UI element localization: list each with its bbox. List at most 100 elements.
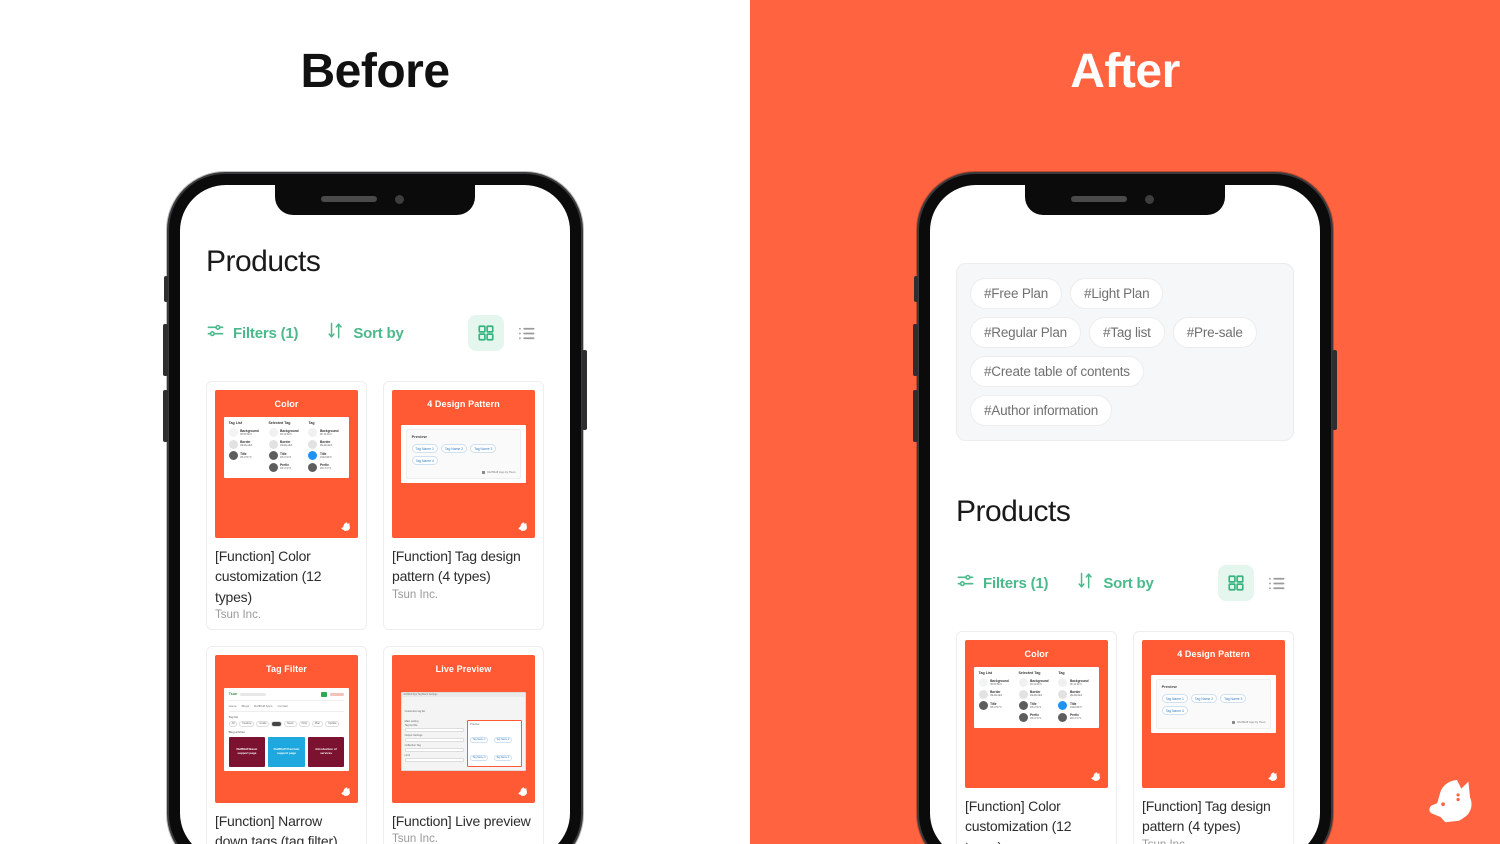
phone-power-button[interactable]	[1332, 350, 1337, 430]
page-title: Products	[206, 245, 321, 278]
swatch-row: Title #1E93F5	[1058, 701, 1094, 710]
swatch-row: Title #61757C	[978, 701, 1015, 710]
sort-by-label: Sort by	[1103, 574, 1154, 592]
swatch-hex: #E4E4E4	[280, 443, 293, 448]
phone-mute-switch[interactable]	[914, 276, 918, 302]
product-card[interactable]: 4 Design Pattern Preview Tag Name 1 Tag …	[1133, 631, 1294, 844]
dog-head-logo-icon	[1268, 772, 1277, 781]
swatch-hex: #E4E4E4	[1030, 693, 1043, 698]
swatch-row: Border #E4E4E4	[308, 439, 344, 449]
swatch-column: Selected Tag Background #F1F4F5 Border #E4…	[1018, 671, 1055, 724]
phone-volume-up-button[interactable]	[163, 324, 168, 376]
swatch-dot	[1018, 689, 1028, 699]
swatch-hex: #617272	[1069, 716, 1082, 721]
sort-by-label: Sort by	[353, 324, 404, 342]
app-content-after: #Free Plan #Light Plan #Regular Plan #Ta…	[930, 185, 1320, 844]
preview-tag: Tag Name 1	[411, 444, 438, 453]
field-caption: Main setting	[404, 719, 419, 723]
swatch-dot	[268, 439, 278, 449]
list-view-button[interactable]	[1258, 565, 1294, 601]
before-panel: Before Products Filters (1) Sort by Colo…	[0, 0, 750, 844]
swatch-dot	[978, 689, 988, 699]
swatch-column-header: Tag List	[978, 671, 993, 675]
swatch-dot	[268, 428, 278, 437]
grid-view-button[interactable]	[468, 315, 504, 351]
swatch-dot	[308, 439, 318, 449]
swatch-hex: #F1F1F0	[319, 431, 332, 436]
after-panel: After #Free Plan #Light Plan #Regular Pl…	[750, 0, 1500, 844]
tag-chip-light-plan[interactable]: #Light Plan	[1070, 278, 1164, 309]
preview-header: Preview	[470, 723, 480, 727]
field-caption: Tag list title	[404, 723, 418, 727]
swatch-column-header: Tag List	[228, 421, 243, 425]
tag-chip-tag-list[interactable]: #Tag list	[1088, 317, 1165, 348]
speaker-grille-icon	[1071, 196, 1127, 202]
site-nav-item: Contact	[277, 703, 288, 708]
swatch-row: Background #F1F1F0	[308, 428, 344, 437]
badge-icon	[482, 470, 486, 474]
swatch-hex: #617272	[280, 454, 292, 459]
phone-mute-switch[interactable]	[164, 276, 168, 302]
dog-head-logo-icon	[518, 522, 527, 531]
list-view-button[interactable]	[508, 315, 544, 351]
preview-tag: Tag Name 2	[493, 737, 512, 743]
window-title: RuffRuff App Tag Block Settings	[403, 693, 438, 697]
swatch-row: Background #F1F4F5	[1018, 678, 1055, 687]
phone-mockup-before: Products Filters (1) Sort by Color Tag L…	[163, 172, 587, 844]
swatch-hex: #E4E4E4	[1069, 693, 1083, 698]
tag-chip-author-information[interactable]: #Author information	[970, 395, 1113, 426]
preview-footer: RuffRuff App by Tsun	[1237, 720, 1266, 724]
filters-button[interactable]: Filters (1)	[206, 321, 299, 345]
swatch-dot	[268, 451, 278, 460]
field-caption: Output Settings	[404, 733, 423, 737]
filters-button[interactable]: Filters (1)	[956, 571, 1049, 595]
tag-chip-pre-sale[interactable]: #Pre-sale	[1172, 317, 1257, 348]
phone-volume-down-button[interactable]	[913, 390, 918, 442]
swatch-hex: #61757C	[990, 704, 1002, 709]
product-card[interactable]: Live Preview RuffRuff App Tag Block Sett…	[383, 645, 544, 844]
product-vendor: Tsun Inc.	[1142, 839, 1285, 844]
section-label: Customize tag list	[404, 709, 426, 713]
product-name: [Function] Narrow down tags (tag filter)	[215, 812, 338, 844]
preview-footer: RuffRuff App by Tsun	[487, 470, 516, 474]
swatch-hex: #E4E4E4	[240, 443, 253, 448]
swatch-hex: #F5F6F6	[240, 431, 252, 436]
swatch-column: Selected Tag Background #F1F4F5 Border #E4…	[268, 421, 305, 474]
swatch-hex: #61757C	[240, 454, 252, 459]
tag-chip-create-table-of-contents[interactable]: #Create table of contents	[970, 356, 1144, 387]
preview-header: Preview	[411, 434, 427, 439]
site-chip: Guide	[256, 720, 270, 727]
swatch-row: Border #E4E4E4	[268, 439, 305, 449]
products-toolbar: Filters (1) Sort by	[956, 565, 1294, 601]
thumbnail-title: Color	[1024, 649, 1049, 659]
phone-volume-down-button[interactable]	[163, 390, 168, 442]
product-name: [Function] Color customization (12 types…	[215, 548, 322, 605]
product-card[interactable]: Tag Filter Tsun Home Blogs RuffRuff Apps…	[206, 645, 367, 844]
sort-by-button[interactable]: Sort by	[1076, 571, 1154, 595]
product-card[interactable]: 4 Design Pattern Preview Tag Name 1 Tag …	[383, 381, 544, 630]
product-vendor: Tsun Inc.	[392, 833, 439, 844]
tag-filter-card: #Free Plan #Light Plan #Regular Plan #Ta…	[956, 263, 1294, 441]
site-chip: News	[284, 720, 297, 727]
tag-chip-regular-plan[interactable]: #Regular Plan	[970, 317, 1081, 348]
site-chip: Plan	[311, 720, 324, 727]
product-name: [Function] Tag design pattern (4 types)	[392, 548, 521, 585]
sort-by-button[interactable]: Sort by	[326, 321, 404, 345]
preview-tag: Tag Name 4	[411, 456, 438, 465]
grid-view-button[interactable]	[1218, 565, 1254, 601]
site-banner: Introduction of services	[307, 736, 345, 767]
dog-head-logo-icon	[341, 787, 350, 796]
product-card[interactable]: Color Tag List Background #F5F6F6 Border #…	[956, 631, 1117, 844]
app-content-before: Products Filters (1) Sort by Color Tag L…	[180, 185, 570, 844]
swatch-hex: #1E93F5	[1069, 704, 1082, 709]
phone-volume-up-button[interactable]	[913, 324, 918, 376]
product-thumbnail: 4 Design Pattern Preview Tag Name 1 Tag …	[392, 390, 535, 538]
swatch-column-header: Tag	[1058, 671, 1065, 675]
swatch-column: Tag List Background #F5F6F6 Border #E4E4E4…	[228, 421, 265, 474]
product-card[interactable]: Color Tag List Background #F5F6F6 Border #…	[206, 381, 367, 630]
tag-chip-free-plan[interactable]: #Free Plan	[970, 278, 1063, 309]
phone-power-button[interactable]	[582, 350, 587, 430]
field-caption: Limit	[404, 753, 411, 757]
swatch-dot	[308, 462, 318, 472]
swatch-dot	[1018, 678, 1028, 687]
